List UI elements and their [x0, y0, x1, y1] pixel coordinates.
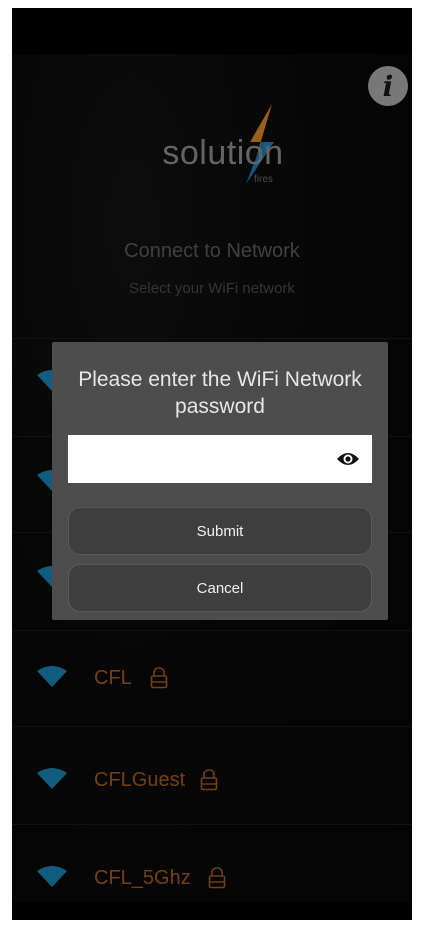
eye-icon[interactable]	[336, 450, 360, 468]
password-input[interactable]	[68, 435, 372, 483]
phone-screen: i solution fires Connect to Network Sele…	[12, 8, 412, 920]
wifi-password-dialog: Please enter the WiFi Network password S…	[52, 342, 388, 620]
dialog-title: Please enter the WiFi Network password	[78, 368, 362, 418]
status-bar	[12, 8, 412, 54]
submit-button[interactable]: Submit	[68, 507, 372, 555]
cancel-button[interactable]: Cancel	[68, 564, 372, 612]
navigation-bar	[12, 902, 412, 920]
